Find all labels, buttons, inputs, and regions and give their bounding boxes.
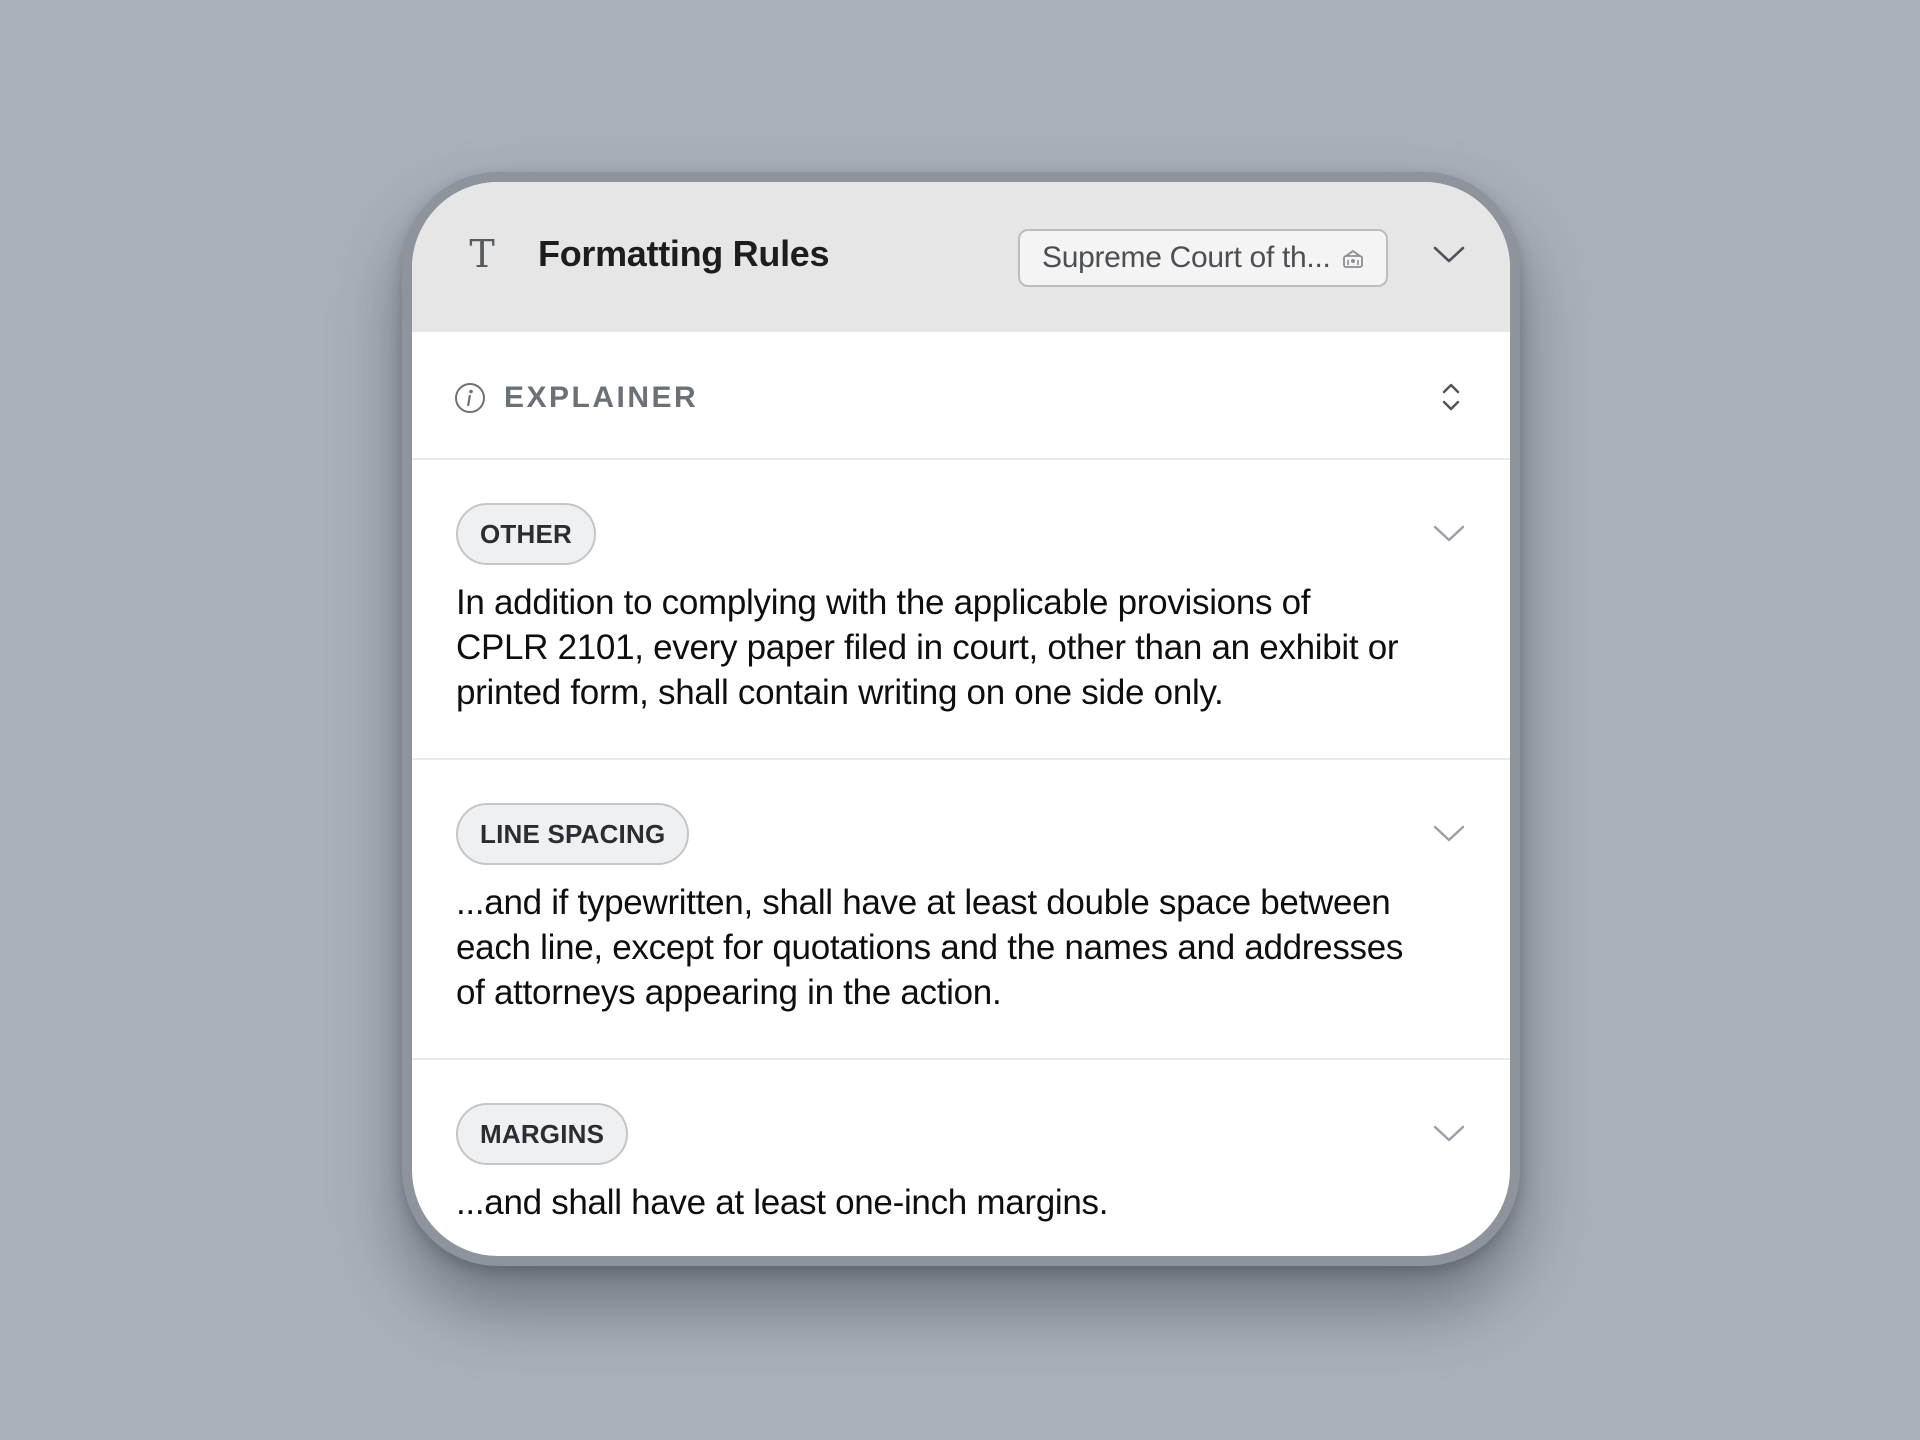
chevron-down-icon[interactable] — [1432, 237, 1466, 271]
rule-tag: MARGINS — [456, 1103, 629, 1165]
explainer-label: EXPLAINER — [504, 381, 699, 414]
court-selector[interactable]: Supreme Court of th... — [1018, 229, 1388, 287]
chevron-down-icon[interactable] — [1432, 816, 1466, 850]
formatting-rules-panel: T Formatting Rules Supreme Court of th..… — [402, 172, 1520, 1266]
rule-item-line-spacing[interactable]: LINE SPACING ...and if typewritten, shal… — [412, 760, 1510, 1060]
chevron-up-down-icon[interactable] — [1438, 380, 1464, 414]
court-selector-value: Supreme Court of th... — [1042, 241, 1331, 274]
info-icon — [455, 383, 485, 413]
courthouse-icon — [1343, 250, 1363, 268]
rule-item-margins[interactable]: MARGINS ...and shall have at least one-i… — [412, 1060, 1510, 1256]
chevron-down-icon[interactable] — [1432, 516, 1466, 550]
rule-text: ...and shall have at least one-inch marg… — [456, 1183, 1109, 1222]
panel-title: Formatting Rules — [538, 233, 830, 274]
rule-tag: LINE SPACING — [456, 803, 690, 865]
rule-text: ...and if typewritten, shall have at lea… — [456, 883, 1404, 1012]
panel-header: T Formatting Rules Supreme Court of th..… — [412, 182, 1510, 332]
rule-item-other[interactable]: OTHER In addition to complying with the … — [412, 460, 1510, 760]
rule-text: In addition to complying with the applic… — [456, 583, 1399, 712]
rule-tag: OTHER — [456, 503, 596, 565]
chevron-down-icon[interactable] — [1432, 1116, 1466, 1150]
text-format-icon: T — [469, 232, 495, 276]
explainer-section[interactable]: EXPLAINER — [412, 332, 1510, 460]
